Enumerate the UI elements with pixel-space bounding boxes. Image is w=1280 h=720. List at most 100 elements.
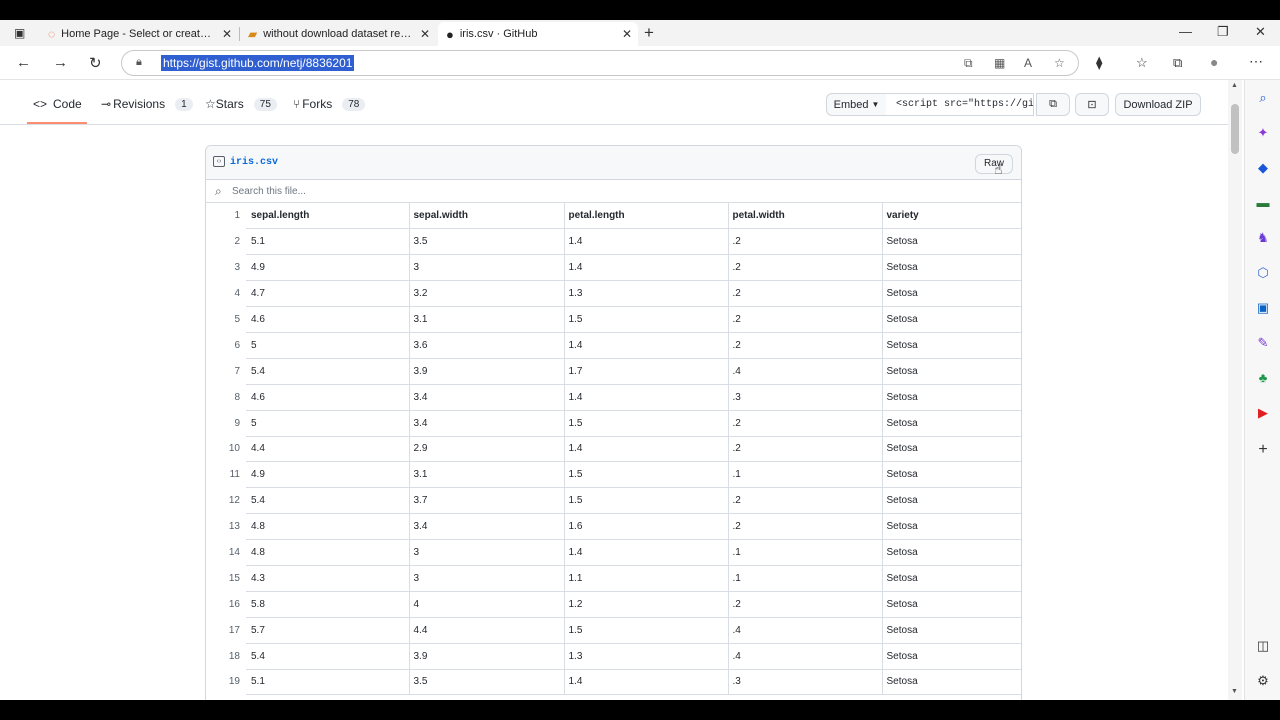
url-text[interactable]: https://gist.github.com/netj/8836201 <box>161 55 355 71</box>
stars-count: 75 <box>253 97 277 111</box>
copilot-icon[interactable]: ✦ <box>1255 125 1271 141</box>
designer-icon[interactable]: ✎ <box>1255 335 1271 351</box>
file-name-link[interactable]: iris.csv <box>230 157 278 168</box>
table-cell: Setosa <box>882 565 1021 592</box>
profile-avatar-icon[interactable]: ● <box>1210 54 1218 70</box>
code-icon: <> <box>33 97 48 111</box>
office-icon[interactable]: ⬡ <box>1255 265 1271 281</box>
sidebar-toggle-icon[interactable]: ◫ <box>1255 638 1271 654</box>
table-cell: .1 <box>728 539 883 566</box>
table-cell: .2 <box>728 487 883 515</box>
table-cell: 4.9 <box>246 461 410 489</box>
tab-download-dataset[interactable]: ▰ without download dataset read c ✕ <box>240 22 436 46</box>
tag-icon[interactable]: ◆ <box>1255 160 1271 176</box>
close-window-icon[interactable]: ✕ <box>1255 24 1266 40</box>
line-number[interactable]: 14 <box>206 540 246 566</box>
minimize-icon[interactable]: — <box>1179 24 1192 39</box>
tab-iris-csv[interactable]: ● iris.csv · GitHub ✕ <box>438 22 638 46</box>
table-cell: 3.4 <box>409 384 565 411</box>
restore-icon[interactable]: ❐ <box>1217 24 1229 40</box>
table-cell: Setosa <box>882 228 1021 256</box>
desktop-download-button[interactable]: ⊡ <box>1075 93 1109 116</box>
search-input[interactable]: Search this file... <box>232 186 306 197</box>
table-cell: 4.4 <box>246 436 410 463</box>
table-cell: 1.3 <box>564 643 729 670</box>
bottom-letterbox <box>0 700 1280 720</box>
line-number[interactable]: 15 <box>206 565 246 591</box>
collections-icon[interactable]: ⧉ <box>1173 55 1182 71</box>
line-number[interactable]: 19 <box>206 669 246 695</box>
more-menu-icon[interactable]: ⋯ <box>1249 53 1263 70</box>
toolbox-icon[interactable]: ▬ <box>1255 195 1271 211</box>
scrollbar-thumb[interactable] <box>1231 104 1239 154</box>
table-cell: 4.6 <box>246 384 410 411</box>
table-cell: .2 <box>728 306 883 333</box>
refresh-icon[interactable]: ↻ <box>89 54 102 72</box>
line-number[interactable]: 10 <box>206 436 246 462</box>
line-number[interactable]: 2 <box>206 229 246 255</box>
embed-code-field[interactable]: <script src="https://gis <box>886 93 1034 116</box>
line-number[interactable]: 6 <box>206 332 246 358</box>
search-icon: ⌕ <box>215 184 222 198</box>
file-search[interactable]: ⌕ Search this file... <box>206 180 1021 203</box>
app-available-icon[interactable]: ⧉ <box>964 56 973 71</box>
search-icon[interactable]: ⌕ <box>1255 90 1271 106</box>
tree-icon[interactable]: ♣ <box>1255 370 1271 386</box>
outlook-icon[interactable]: ▣ <box>1255 300 1271 316</box>
favorites-icon[interactable]: ☆ <box>1136 55 1148 71</box>
line-number[interactable]: 17 <box>206 617 246 643</box>
table-row: 3 4.9 3 1.4.2 Setosa <box>206 254 1021 282</box>
games-icon[interactable]: ♞ <box>1255 230 1271 246</box>
copy-button[interactable]: ⧉ <box>1036 93 1070 116</box>
table-row: 9 5 3.4 1.5.2 Setosa <box>206 410 1021 437</box>
embed-dropdown-button[interactable]: Embed ▼ <box>826 93 887 116</box>
table-cell: 1.4 <box>564 254 729 282</box>
table-cell: Setosa <box>882 332 1021 359</box>
line-number[interactable]: 12 <box>206 488 246 514</box>
tab-actions-icon[interactable]: ▣ <box>14 26 25 40</box>
table-cell: Setosa <box>882 669 1021 696</box>
close-tab-icon[interactable]: ✕ <box>222 27 232 41</box>
line-number[interactable]: 1 <box>206 203 246 229</box>
line-number[interactable]: 4 <box>206 281 246 307</box>
close-tab-icon[interactable]: ✕ <box>622 27 632 41</box>
new-tab-icon[interactable]: + <box>644 23 654 43</box>
line-number[interactable]: 16 <box>206 591 246 617</box>
table-cell: 3.4 <box>409 410 565 437</box>
page-scrollbar[interactable]: ▲ ▼ <box>1228 80 1242 700</box>
line-number[interactable]: 13 <box>206 514 246 540</box>
line-number[interactable]: 9 <box>206 410 246 436</box>
line-number[interactable]: 5 <box>206 307 246 333</box>
read-aloud-icon[interactable]: A <box>1024 56 1032 70</box>
scroll-down-icon[interactable]: ▼ <box>1231 688 1238 695</box>
table-cell: .2 <box>728 228 883 256</box>
favorite-star-icon[interactable]: ☆ <box>1054 56 1065 70</box>
tab-strip: ▣ ◌ Home Page - Select or create a n ✕ ▰… <box>0 20 1280 46</box>
forward-icon[interactable]: → <box>53 54 68 71</box>
line-number[interactable]: 8 <box>206 384 246 410</box>
star-icon: ☆ <box>205 97 216 111</box>
settings-icon[interactable]: ⚙ <box>1255 673 1271 689</box>
table-cell: Setosa <box>882 436 1021 463</box>
tab-forks[interactable]: ⑂ Forks 78 <box>293 97 366 111</box>
download-zip-button[interactable]: Download ZIP <box>1115 93 1201 116</box>
line-number[interactable]: 3 <box>206 255 246 281</box>
lock-icon[interactable]: 🔒︎ <box>136 56 142 69</box>
tab-stars[interactable]: ☆ Stars 75 <box>205 97 277 111</box>
line-number[interactable]: 18 <box>206 643 246 669</box>
youtube-icon[interactable]: ▶ <box>1255 405 1271 421</box>
line-number[interactable]: 11 <box>206 462 246 488</box>
close-tab-icon[interactable]: ✕ <box>420 27 430 41</box>
extensions-icon[interactable]: ⧫ <box>1096 55 1102 71</box>
table-cell: 3.1 <box>409 306 565 333</box>
back-icon[interactable]: ← <box>16 54 31 71</box>
mouse-cursor-icon: ☝︎ <box>994 161 1003 177</box>
grid-icon[interactable]: ▦ <box>994 56 1005 70</box>
address-bar[interactable]: 🔒︎ https://gist.github.com/netj/8836201 … <box>121 50 1079 76</box>
tab-code[interactable]: <> Code <box>33 97 82 111</box>
tab-revisions[interactable]: ⊸ Revisions 1 <box>101 97 193 111</box>
scroll-up-icon[interactable]: ▲ <box>1231 82 1238 89</box>
add-icon[interactable]: + <box>1255 442 1271 458</box>
tab-home-page[interactable]: ◌ Home Page - Select or create a n ✕ <box>40 22 238 46</box>
line-number[interactable]: 7 <box>206 358 246 384</box>
